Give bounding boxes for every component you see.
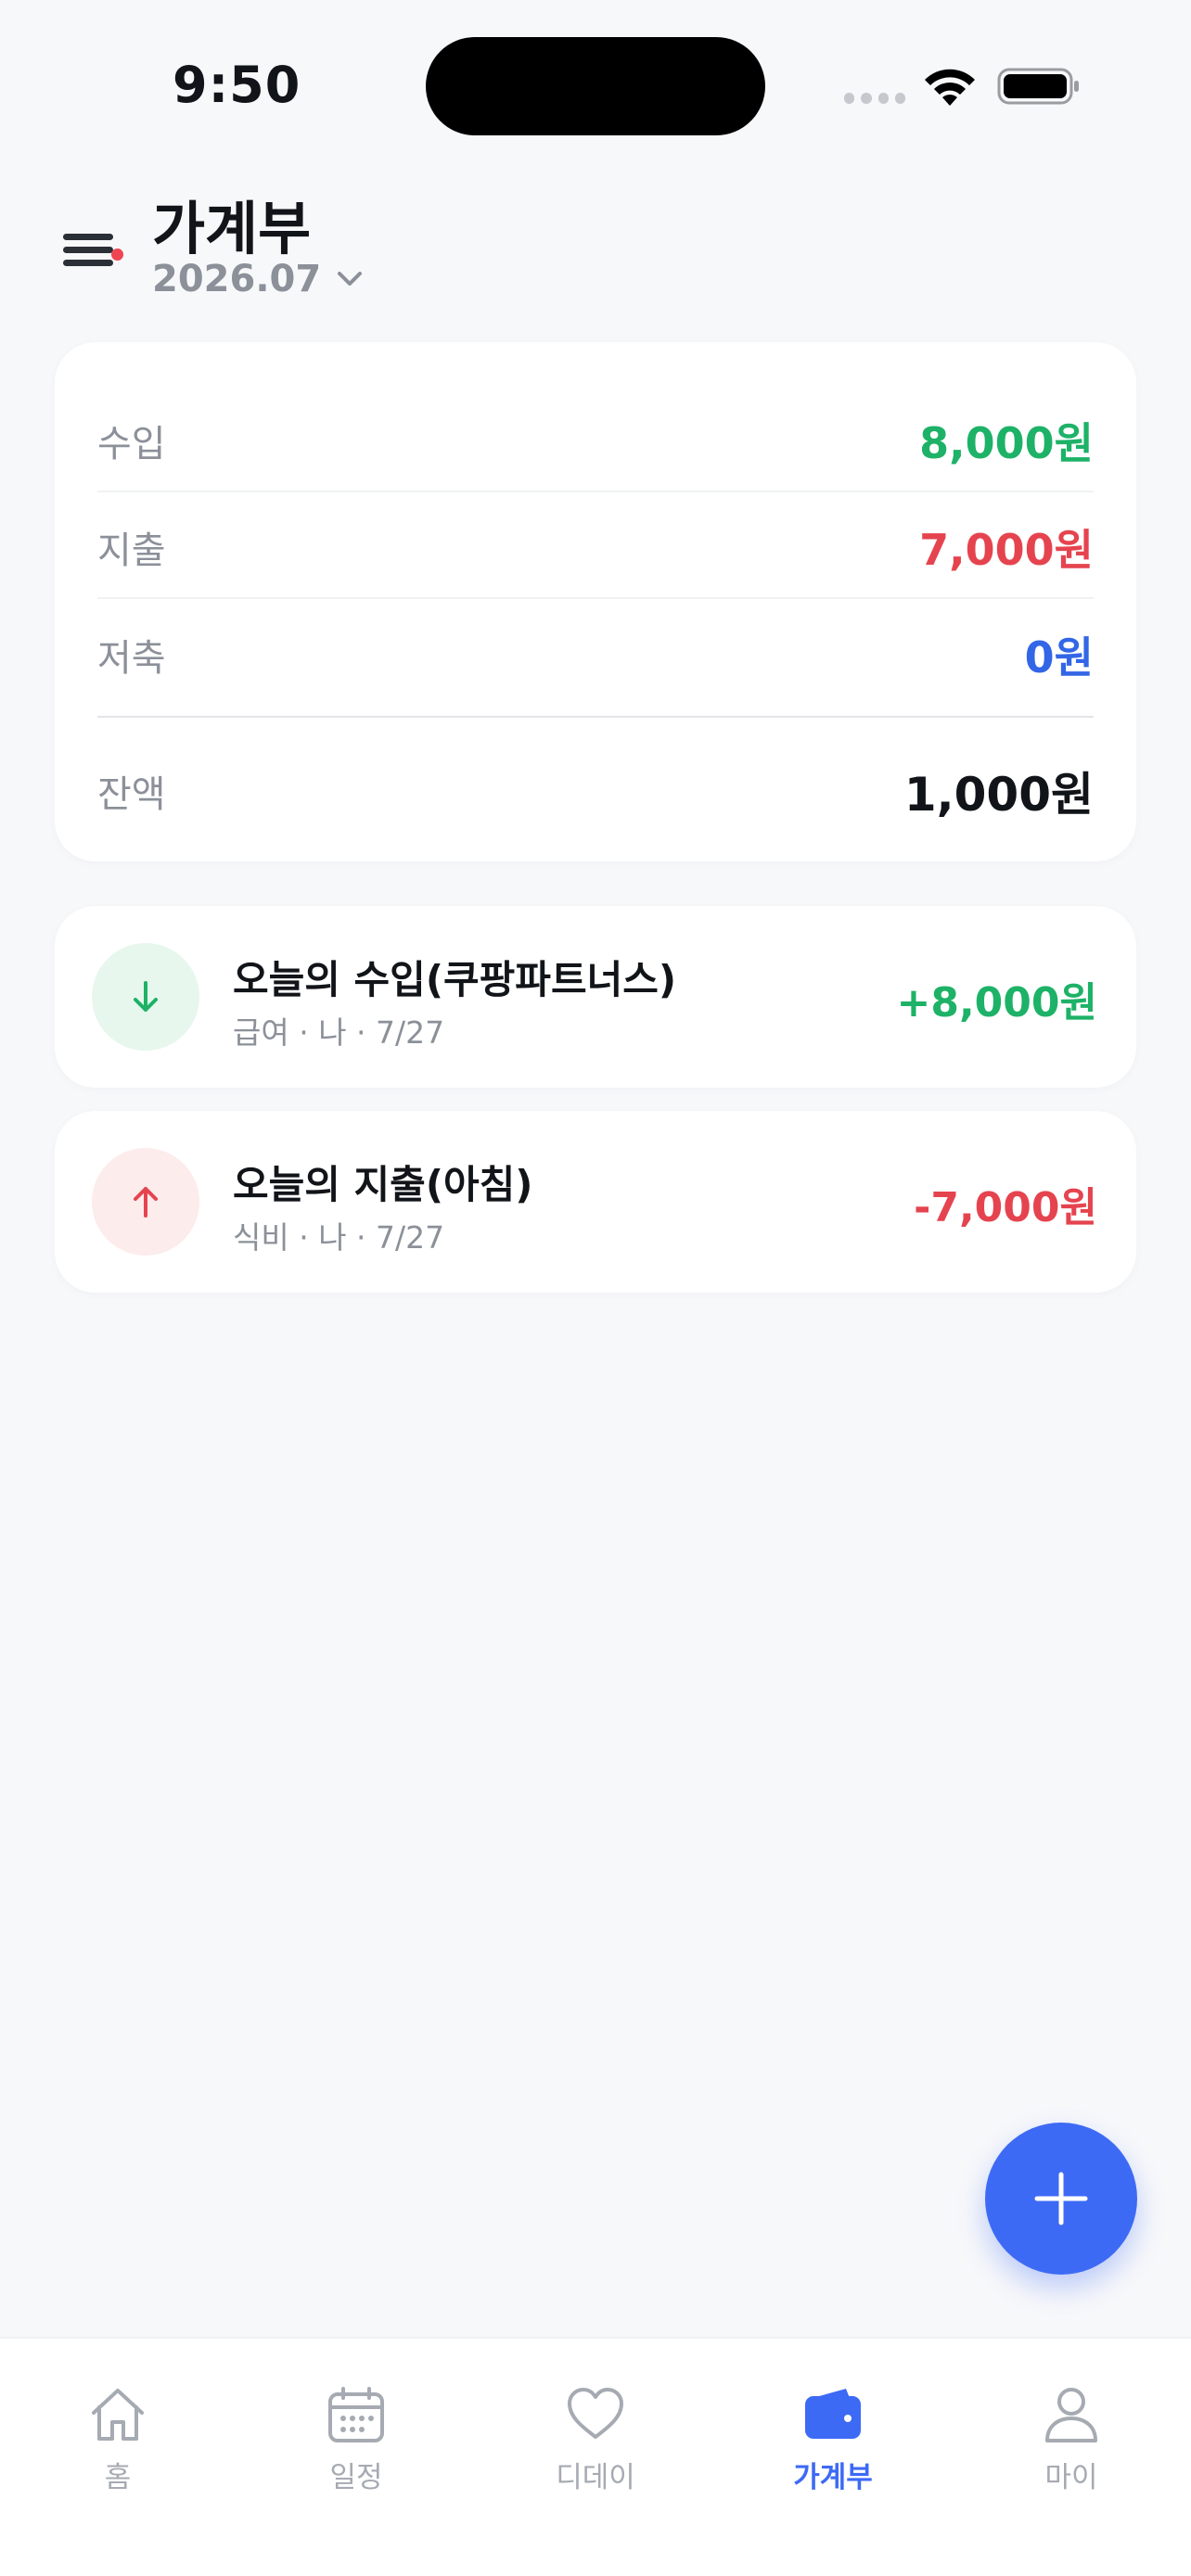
savings-value: 0원 xyxy=(1024,632,1094,682)
month-picker[interactable]: 2026.07 xyxy=(152,254,365,304)
status-bar: 9:50 xyxy=(0,0,1191,176)
header: 가계부 2026.07 xyxy=(0,176,1191,325)
heart-icon xyxy=(568,2388,623,2439)
calendar-icon xyxy=(328,2387,384,2442)
savings-label: 저축 xyxy=(97,637,166,680)
page-title: 가계부 xyxy=(152,195,312,262)
tab-label: 마이 xyxy=(1044,2461,1098,2494)
notification-dot xyxy=(111,249,123,261)
tab-label: 가계부 xyxy=(793,2461,873,2494)
summary-card: 수입 8,000원 지출 7,000원 저축 0원 잔액 1,000원 xyxy=(55,342,1136,861)
income-icon-circle xyxy=(92,943,199,1051)
dynamic-island xyxy=(426,37,765,135)
expense-icon-circle xyxy=(92,1148,199,1256)
tab-schedule[interactable]: 일정 xyxy=(263,2381,449,2502)
battery-icon xyxy=(997,68,1079,105)
transaction-item-expense[interactable]: 오늘의 지출(아침) 식비 · 나 · 7/27 -7,000원 xyxy=(55,1111,1136,1293)
status-time: 9:50 xyxy=(173,56,301,114)
arrow-down-icon xyxy=(134,981,158,1012)
balance-label: 잔액 xyxy=(97,773,166,816)
summary-row-balance: 잔액 1,000원 xyxy=(97,758,1094,824)
summary-row-income: 수입 8,000원 xyxy=(97,410,1094,471)
home-icon xyxy=(92,2389,144,2441)
wifi-icon xyxy=(925,69,975,106)
transaction-amount: -7,000원 xyxy=(914,1184,1097,1231)
expense-label: 지출 xyxy=(97,529,166,572)
expense-value: 7,000원 xyxy=(919,525,1094,575)
person-icon xyxy=(1045,2388,1097,2442)
tab-my[interactable]: 마이 xyxy=(979,2381,1164,2502)
cellular-signal-icon xyxy=(844,93,905,104)
bottom-tab-bar: 홈 일정 디데이 가계부 마이 xyxy=(0,2337,1191,2576)
transaction-title: 오늘의 지출(아침) xyxy=(233,1162,533,1207)
tab-label: 디데이 xyxy=(556,2461,635,2494)
arrow-up-icon xyxy=(134,1187,158,1218)
tab-home[interactable]: 홈 xyxy=(25,2381,211,2502)
transaction-item-income[interactable]: 오늘의 수입(쿠팡파트너스) 급여 · 나 · 7/27 +8,000원 xyxy=(55,906,1136,1088)
plus-icon xyxy=(1034,2172,1088,2225)
income-value: 8,000원 xyxy=(919,418,1094,468)
tab-label: 홈 xyxy=(104,2461,132,2494)
tab-budget[interactable]: 가계부 xyxy=(740,2381,926,2502)
summary-row-savings: 저축 0원 xyxy=(97,624,1094,685)
income-label: 수입 xyxy=(97,423,166,465)
tab-dday[interactable]: 디데이 xyxy=(503,2381,688,2502)
transaction-meta: 급여 · 나 · 7/27 xyxy=(233,1014,445,1051)
wallet-icon xyxy=(805,2389,861,2439)
transaction-meta: 식비 · 나 · 7/27 xyxy=(233,1219,445,1256)
tab-label: 일정 xyxy=(329,2461,383,2494)
summary-row-expense: 지출 7,000원 xyxy=(97,516,1094,578)
menu-button[interactable] xyxy=(56,213,126,284)
transaction-amount: +8,000원 xyxy=(896,979,1097,1027)
balance-value: 1,000원 xyxy=(903,768,1094,822)
transaction-title: 오늘의 수입(쿠팡파트너스) xyxy=(233,957,677,1002)
add-transaction-button[interactable] xyxy=(985,2123,1137,2275)
month-label: 2026.07 xyxy=(152,258,322,300)
chevron-down-icon xyxy=(338,272,363,286)
